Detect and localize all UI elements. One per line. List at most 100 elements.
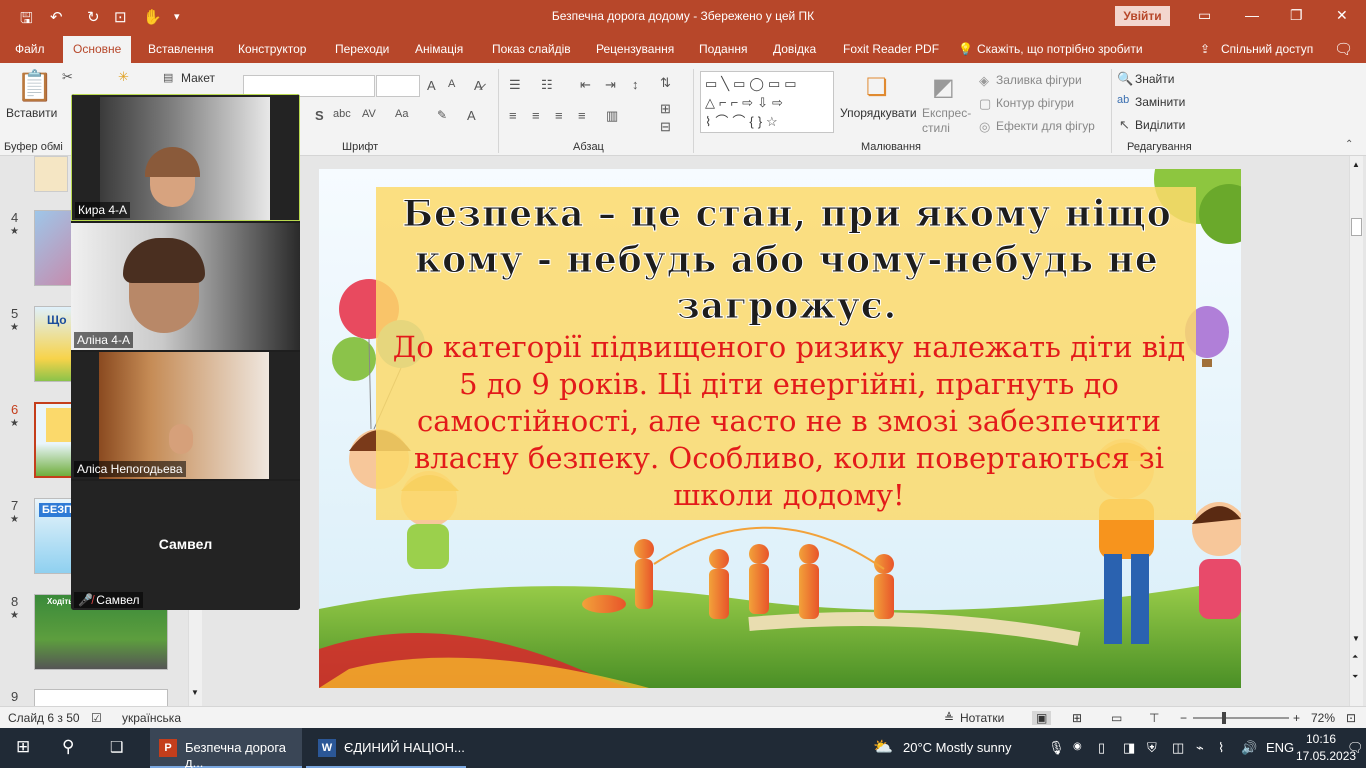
align-right-icon[interactable]: ≡	[555, 108, 563, 123]
arrange-icon[interactable]: ❏	[866, 73, 888, 102]
line-spacing-icon[interactable]: ↕	[632, 77, 639, 92]
next-slide-icon[interactable]: ⏷	[1352, 672, 1358, 682]
zoom-out-icon[interactable]: −	[1180, 711, 1187, 725]
collapse-ribbon-icon[interactable]: ⌃	[1345, 139, 1353, 150]
numbering-icon[interactable]: ☷	[541, 77, 553, 93]
quick-styles-icon[interactable]: ◩	[932, 73, 955, 102]
zoom-in-icon[interactable]: +	[1293, 711, 1300, 725]
notifications-icon[interactable]: 🗨	[1347, 740, 1364, 756]
tell-me-input[interactable]: Скажіть, що потрібно зробити	[977, 42, 1143, 56]
tab-animations[interactable]: Анімація	[415, 42, 463, 56]
weather-icon[interactable]: ⛅	[873, 737, 893, 757]
new-slide-icon[interactable]: ✳	[118, 69, 129, 85]
shape-fill-button[interactable]: Заливка фігури	[996, 73, 1082, 87]
microphone-icon[interactable]: 🎙	[1048, 740, 1065, 756]
replace-button[interactable]: Замінити	[1135, 95, 1185, 109]
sign-in-button[interactable]: Увійти	[1115, 6, 1170, 26]
tab-help[interactable]: Довідка	[773, 42, 816, 56]
arrange-button[interactable]: Упорядкувати	[840, 106, 917, 120]
align-center-icon[interactable]: ≡	[532, 108, 540, 123]
input-language[interactable]: ENG	[1266, 740, 1294, 755]
tab-foxit[interactable]: Foxit Reader PDF	[843, 42, 939, 56]
shadow-icon[interactable]: S	[315, 108, 324, 123]
network-icon[interactable]: ⌁	[1196, 740, 1204, 756]
clock-time[interactable]: 10:16	[1306, 732, 1336, 746]
tab-file[interactable]: Файл	[15, 42, 45, 56]
justify-icon[interactable]: ≡	[578, 108, 586, 123]
video-tile[interactable]: Аліна 4-А	[71, 223, 300, 350]
tab-slideshow[interactable]: Показ слайдів	[492, 42, 571, 56]
shrink-font-icon[interactable]: A	[448, 78, 455, 90]
fit-slide-icon[interactable]: ⊡	[1346, 711, 1356, 725]
security-icon[interactable]: ⛨	[1147, 740, 1157, 756]
scroll-down-icon[interactable]: ▼	[1352, 634, 1360, 643]
video-call-panel[interactable]: Кира 4-А Аліна 4-А Аліса Непогодьева Сам…	[71, 94, 300, 610]
language-indicator[interactable]: українська	[122, 711, 181, 725]
normal-view-icon[interactable]: ▣	[1032, 711, 1052, 725]
scroll-down-icon[interactable]: ▼	[191, 688, 199, 697]
zoom-thumb[interactable]	[1222, 712, 1226, 724]
share-button[interactable]: Спільний доступ	[1221, 42, 1313, 56]
shapes-gallery[interactable]: ▭╲▭◯▭▭ △⌐⌐⇨⇩⇨ ⌇⌒⌒{}☆	[700, 71, 834, 133]
zoom-level[interactable]: 72%	[1311, 711, 1335, 725]
strikethrough-icon[interactable]: abc	[333, 108, 351, 120]
font-color-icon[interactable]: A	[467, 108, 476, 123]
maximize-icon[interactable]: ❐	[1290, 7, 1303, 24]
columns-icon[interactable]: ▥	[606, 108, 618, 124]
tray-icon[interactable]: ◫	[1172, 740, 1184, 756]
select-button[interactable]: Виділити	[1135, 118, 1185, 132]
bullets-icon[interactable]: ☰	[509, 77, 521, 93]
thumbnail-row[interactable]: 9	[0, 689, 190, 706]
prev-slide-icon[interactable]: ⏶	[1352, 652, 1358, 662]
minimize-icon[interactable]: —	[1245, 7, 1259, 23]
scroll-up-icon[interactable]: ▲	[1352, 160, 1360, 169]
find-button[interactable]: Знайти	[1135, 72, 1174, 86]
weather-text[interactable]: 20°C Mostly sunny	[903, 740, 1012, 755]
tab-design[interactable]: Конструктор	[238, 42, 306, 56]
grow-font-icon[interactable]: A	[427, 78, 436, 93]
increase-indent-icon[interactable]: ⇥	[605, 77, 616, 93]
cut-icon[interactable]: ✂	[62, 69, 73, 85]
shape-effects-button[interactable]: Ефекти для фігур	[996, 119, 1095, 133]
tab-review[interactable]: Рецензування	[596, 42, 674, 56]
video-tile[interactable]: Кира 4-А	[71, 94, 300, 221]
decrease-indent-icon[interactable]: ⇤	[580, 77, 591, 93]
spacing-icon[interactable]: AV	[362, 108, 376, 120]
slide-body-text[interactable]: До категорії підвищеного ризику належать…	[383, 329, 1195, 514]
task-view-icon[interactable]: ❑	[110, 738, 123, 756]
smartart-icon[interactable]: ⊟	[660, 119, 671, 135]
slide-thumbnail[interactable]	[34, 689, 168, 706]
tab-insert[interactable]: Вставлення	[148, 42, 214, 56]
comments-icon[interactable]: 🗨	[1334, 40, 1353, 58]
wifi-icon[interactable]: ⌇	[1218, 740, 1224, 756]
reading-view-icon[interactable]: ▭	[1111, 711, 1122, 725]
notes-button[interactable]: Нотатки	[960, 711, 1004, 725]
slideshow-icon[interactable]: ⊤	[1149, 711, 1159, 725]
highlight-icon[interactable]: ✎	[437, 108, 447, 122]
tab-transitions[interactable]: Переходи	[335, 42, 389, 56]
slide-sorter-icon[interactable]: ⊞	[1072, 711, 1082, 725]
layout-button[interactable]: Макет	[181, 71, 215, 85]
taskbar-app-powerpoint[interactable]: P Безпечна дорога д...	[150, 728, 302, 768]
paste-icon[interactable]: 📋	[16, 69, 53, 104]
tab-home[interactable]: Основне	[63, 36, 132, 63]
search-icon[interactable]: ⚲	[62, 737, 74, 757]
case-icon[interactable]: Aa	[395, 108, 408, 120]
tab-view[interactable]: Подання	[699, 42, 747, 56]
zoom-slider[interactable]	[1193, 712, 1289, 724]
text-direction-icon[interactable]: ⇅	[660, 75, 671, 91]
volume-icon[interactable]: 🔊	[1241, 740, 1257, 756]
taskbar-app-word[interactable]: W ЄДИНИЙ НАЦІОН...	[306, 728, 466, 768]
spellcheck-icon[interactable]: ☑	[91, 711, 102, 725]
ribbon-display-icon[interactable]: ▭	[1198, 7, 1211, 24]
zoom-tray-icon[interactable]: ◉	[1073, 741, 1082, 752]
battery-icon[interactable]: ▯	[1098, 740, 1105, 756]
clear-format-icon[interactable]: A̷	[474, 78, 483, 93]
close-icon[interactable]: ✕	[1336, 7, 1348, 24]
align-text-icon[interactable]: ⊞	[660, 101, 671, 117]
quick-styles-button[interactable]: Експрес-стилі	[922, 106, 972, 136]
app-tray-icon[interactable]: ◨	[1123, 740, 1135, 756]
shape-outline-button[interactable]: Контур фігури	[996, 96, 1074, 110]
align-left-icon[interactable]: ≡	[509, 108, 517, 123]
current-slide[interactable]: Безпека – це стан, при якому ніщо кому -…	[319, 169, 1241, 688]
